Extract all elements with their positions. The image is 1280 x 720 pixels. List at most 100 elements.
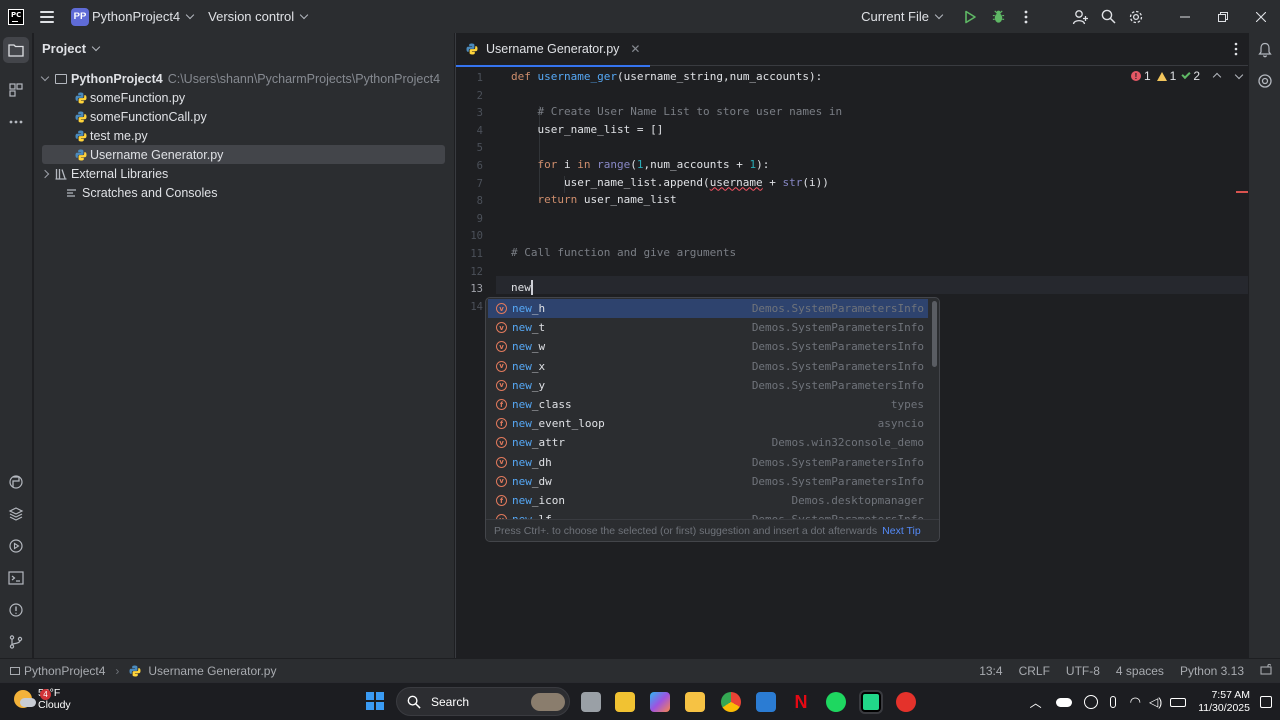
- volume-icon[interactable]: ◁): [1149, 695, 1162, 709]
- breadcrumb-project[interactable]: PythonProject4: [24, 664, 105, 678]
- close-tab-icon[interactable]: ✕: [630, 42, 640, 56]
- project-panel-header[interactable]: Project: [34, 33, 454, 63]
- code-line[interactable]: return user_name_list: [511, 191, 677, 209]
- terminal-tool-button[interactable]: [3, 565, 29, 591]
- show-hidden-icons-icon[interactable]: ︿: [1030, 694, 1042, 711]
- chrome-icon[interactable]: [721, 692, 741, 712]
- expand-arrow-icon[interactable]: [40, 169, 50, 178]
- windows-start-button[interactable]: [366, 692, 384, 710]
- spotify-icon[interactable]: [826, 692, 846, 712]
- code-line[interactable]: for i in range(1,num_accounts + 1):: [511, 156, 770, 174]
- completion-item[interactable]: v new_h Demos.SystemParametersInfo: [488, 299, 928, 318]
- line-number[interactable]: 9: [477, 213, 483, 225]
- line-number[interactable]: 2: [477, 90, 483, 102]
- task-view-icon[interactable]: [581, 692, 601, 712]
- completion-item[interactable]: f new_class types: [488, 395, 928, 414]
- line-separator[interactable]: CRLF: [1011, 664, 1058, 678]
- tree-external-libraries[interactable]: External Libraries: [40, 164, 445, 183]
- code-line[interactable]: new: [511, 279, 533, 297]
- breadcrumb-file[interactable]: Username Generator.py: [148, 664, 276, 678]
- project-tool-button[interactable]: [3, 37, 29, 63]
- line-number[interactable]: 14: [470, 301, 483, 313]
- tree-file[interactable]: someFunction.py: [42, 88, 445, 107]
- code-line[interactable]: user_name_list = []: [511, 121, 663, 139]
- more-actions-button[interactable]: [1012, 3, 1040, 31]
- sync-icon[interactable]: [1083, 695, 1098, 709]
- structure-tool-button[interactable]: [3, 77, 29, 103]
- completion-item[interactable]: v new_w Demos.SystemParametersInfo: [488, 337, 928, 356]
- line-number[interactable]: 6: [477, 160, 483, 172]
- completion-item[interactable]: v new_attr Demos.win32console_demo: [488, 433, 928, 452]
- system-clock[interactable]: 7:57 AM 11/30/2025: [1198, 689, 1250, 715]
- tree-scratches[interactable]: Scratches and Consoles: [42, 183, 445, 202]
- line-number[interactable]: 12: [470, 266, 483, 278]
- run-config-selector[interactable]: Current File: [861, 9, 944, 24]
- caret-position[interactable]: 13:4: [971, 664, 1010, 678]
- netflix-icon[interactable]: N: [791, 692, 811, 712]
- line-number[interactable]: 1: [477, 72, 483, 84]
- restore-button[interactable]: [1204, 0, 1242, 33]
- line-number[interactable]: 8: [477, 195, 483, 207]
- completion-item[interactable]: v new_x Demos.SystemParametersInfo: [488, 357, 928, 376]
- chevron-down-icon[interactable]: [1234, 70, 1244, 79]
- weather-widget[interactable]: 4 52°F Cloudy: [14, 687, 71, 711]
- microsoft-store-icon[interactable]: [615, 692, 635, 712]
- line-number[interactable]: 13: [470, 283, 483, 295]
- inspection-widget[interactable]: ! 1 1 2: [1130, 69, 1244, 83]
- onedrive-icon[interactable]: [1055, 697, 1072, 707]
- line-number[interactable]: 5: [477, 142, 483, 154]
- python-packages-button[interactable]: [3, 469, 29, 495]
- line-number[interactable]: 3: [477, 107, 483, 119]
- chevron-up-icon[interactable]: [1212, 72, 1222, 82]
- word-icon[interactable]: [756, 692, 776, 712]
- completion-item[interactable]: f new_event_loop asyncio: [488, 414, 928, 433]
- battery-icon[interactable]: [1170, 697, 1187, 707]
- completion-item[interactable]: v new_dw Demos.SystemParametersInfo: [488, 472, 928, 491]
- completion-item[interactable]: v new_t Demos.SystemParametersInfo: [488, 318, 928, 337]
- version-control-menu[interactable]: Version control: [208, 9, 309, 24]
- code-line[interactable]: # Call function and give arguments: [511, 244, 736, 262]
- code-line[interactable]: user_name_list.append(username + str(i)): [511, 174, 829, 192]
- minimize-button[interactable]: [1166, 0, 1204, 33]
- error-count[interactable]: ! 1: [1130, 69, 1151, 83]
- close-window-button[interactable]: [1242, 0, 1280, 33]
- notification-center-icon[interactable]: [1260, 696, 1272, 708]
- line-number[interactable]: 11: [470, 248, 483, 260]
- code-line[interactable]: def username_ger(username_string,num_acc…: [511, 68, 822, 86]
- taskbar-search[interactable]: Search: [396, 687, 570, 716]
- wifi-icon[interactable]: ◠: [1130, 694, 1141, 710]
- tab-options-button[interactable]: [1234, 42, 1238, 59]
- pycharm-taskbar-icon[interactable]: [861, 692, 881, 712]
- completion-item[interactable]: f new_icon Demos.desktopmanager: [488, 491, 928, 510]
- debug-button[interactable]: [984, 3, 1012, 31]
- editor-tab[interactable]: Username Generator.py ✕: [456, 33, 651, 67]
- tree-file[interactable]: test me.py: [42, 126, 445, 145]
- add-user-button[interactable]: [1066, 3, 1094, 31]
- file-encoding[interactable]: UTF-8: [1058, 664, 1108, 678]
- microphone-icon[interactable]: [1109, 696, 1116, 708]
- copilot-icon[interactable]: [650, 692, 670, 712]
- git-tool-button[interactable]: [3, 629, 29, 655]
- app-taskbar-icon[interactable]: [896, 692, 916, 712]
- python-interpreter[interactable]: Python 3.13: [1172, 664, 1252, 678]
- services-tool-button[interactable]: [3, 533, 29, 559]
- main-menu-icon[interactable]: [40, 10, 54, 23]
- file-explorer-icon[interactable]: [685, 692, 705, 712]
- tree-root-folder[interactable]: PythonProject4 C:\Users\shann\PycharmPro…: [40, 69, 445, 88]
- notifications-button[interactable]: [1252, 37, 1278, 63]
- read-only-toggle[interactable]: [1252, 663, 1280, 678]
- tree-file-selected[interactable]: Username Generator.py: [42, 145, 445, 164]
- code-line[interactable]: # Create User Name List to store user na…: [511, 103, 842, 121]
- completion-item[interactable]: v new_y Demos.SystemParametersInfo: [488, 376, 928, 395]
- next-tip-link[interactable]: Next Tip: [882, 525, 921, 537]
- ai-assistant-button[interactable]: [1252, 68, 1278, 94]
- code-completion-popup[interactable]: v new_h Demos.SystemParametersInfo v new_t De…: [485, 297, 940, 542]
- error-stripe-marker[interactable]: [1236, 191, 1248, 193]
- warning-count[interactable]: 1: [1156, 69, 1176, 83]
- more-tools-button[interactable]: [3, 109, 29, 135]
- settings-button[interactable]: [1122, 3, 1150, 31]
- completion-item[interactable]: v new_dh Demos.SystemParametersInfo: [488, 453, 928, 472]
- tree-file[interactable]: someFunctionCall.py: [42, 107, 445, 126]
- line-number[interactable]: 4: [477, 125, 483, 137]
- indent-setting[interactable]: 4 spaces: [1108, 664, 1172, 678]
